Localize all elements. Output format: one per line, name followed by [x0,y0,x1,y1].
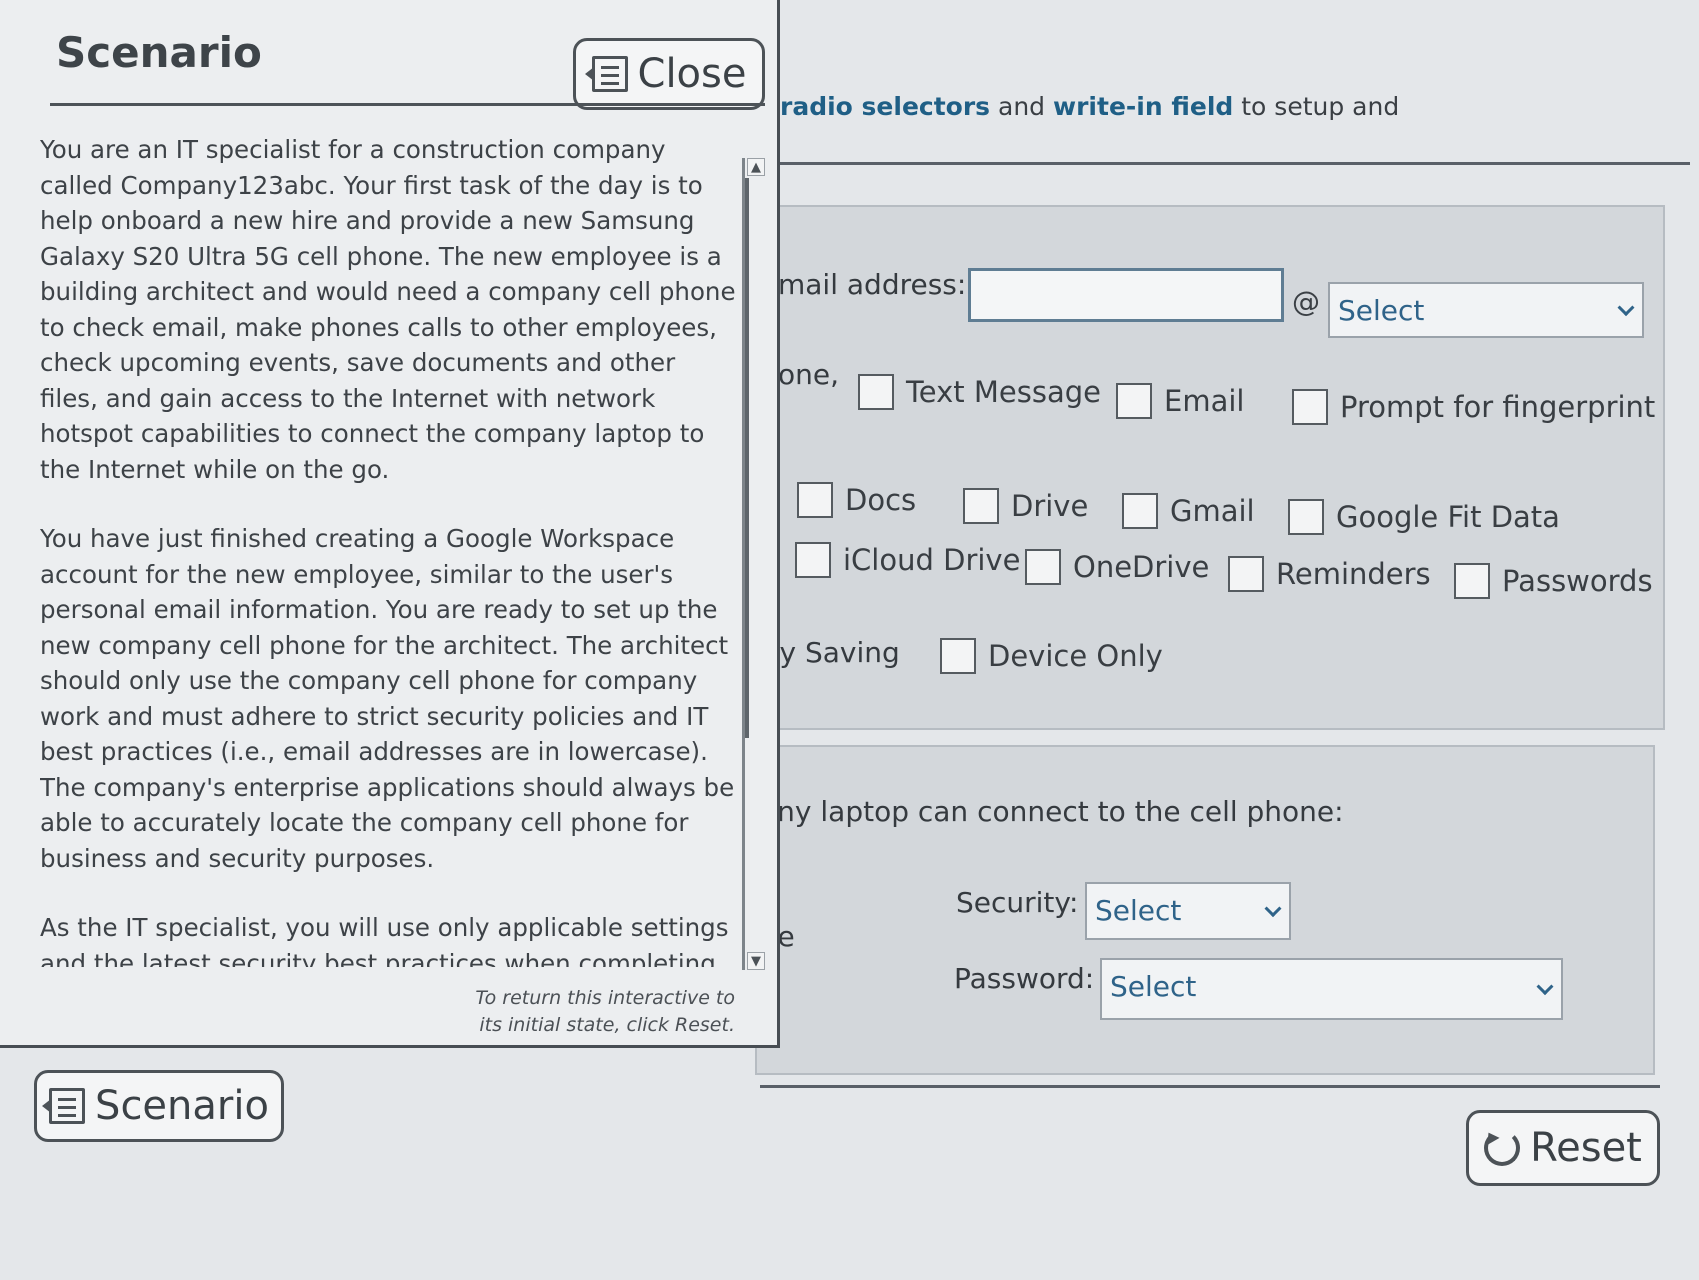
chevron-down-icon [1617,299,1635,317]
instruction-bold-radio: radio selectors [780,92,991,121]
password-label: Password: [954,962,1095,995]
close-button[interactable]: Close [573,38,765,110]
scroll-up-arrow-icon[interactable]: ▲ [747,158,765,176]
location-mode-label: ry Saving [768,636,900,669]
scenario-paragraph-2: You have just finished creating a Google… [40,524,735,873]
reset-button[interactable]: Reset [1466,1110,1660,1186]
checkbox-label: Docs [845,483,917,517]
checkbox-label: Gmail [1170,494,1255,528]
checkbox-label: Email [1164,384,1245,418]
reset-button-label: Reset [1530,1125,1642,1171]
scenario-popup: Scenario Close You are an IT specialist … [0,0,780,1048]
email-domain-value: Select [1338,294,1425,327]
checkbox-label: iCloud Drive [843,543,1021,577]
checkbox-box[interactable] [1454,563,1490,599]
checkbox-google-fit-data[interactable]: Google Fit Data [1288,499,1560,535]
checkbox-box[interactable] [1292,389,1328,425]
checkbox-label: Reminders [1276,557,1431,591]
checkbox-box[interactable] [1288,499,1324,535]
at-symbol: @ [1292,285,1320,318]
checkbox-text-message[interactable]: Text Message [858,374,1101,410]
divider-bottom [760,1085,1660,1088]
scenario-button[interactable]: Scenario [34,1070,284,1142]
checkbox-box[interactable] [963,488,999,524]
checkbox-label: Device Only [988,639,1163,673]
instruction-bold-writein: write-in field [1053,92,1234,121]
password-select[interactable]: Select [1100,958,1563,1020]
verification-label: one, [778,358,840,391]
scenario-panel-icon [42,1088,86,1124]
checkbox-box[interactable] [858,374,894,410]
hotspot-instruction: any laptop can connect to the cell phone… [760,795,1344,828]
password-select-value: Select [1110,970,1197,1003]
scenario-text-area[interactable]: You are an IT specialist for a construct… [40,132,740,967]
security-select[interactable]: Select [1085,882,1291,940]
email-domain-select[interactable]: Select [1328,282,1644,338]
checkbox-label: Passwords [1502,564,1653,598]
email-address-label: mail address: [778,268,967,301]
checkbox-label: OneDrive [1073,550,1210,584]
checkbox-passwords[interactable]: Passwords [1454,563,1653,599]
checkbox-box[interactable] [1228,556,1264,592]
instruction-text: radio selectors and write-in field to se… [780,92,1399,121]
divider-top [770,162,1690,165]
reset-icon [1484,1130,1521,1166]
checkbox-box[interactable] [1025,549,1061,585]
checkbox-onedrive[interactable]: OneDrive [1025,549,1209,585]
checkbox-drive[interactable]: Drive [963,488,1088,524]
checkbox-box[interactable] [1116,383,1152,419]
checkbox-box[interactable] [795,542,831,578]
checkbox-email[interactable]: Email [1116,383,1244,419]
security-label: Security: [956,886,1079,919]
chevron-down-icon [1264,900,1282,918]
scenario-scrollbar[interactable]: ▲ ▼ [742,158,765,970]
scenario-paragraph-1: You are an IT specialist for a construct… [40,135,736,484]
checkbox-label: Text Message [906,375,1101,409]
checkbox-reminders[interactable]: Reminders [1228,556,1431,592]
scenario-button-label: Scenario [95,1083,269,1129]
reset-hint: To return this interactive to its initia… [475,987,735,1036]
checkbox-box[interactable] [797,482,833,518]
checkbox-prompt-fingerprint[interactable]: Prompt for fingerprint [1292,389,1655,425]
checkbox-label: Google Fit Data [1336,500,1560,534]
scrollbar-thumb[interactable] [745,178,749,738]
popup-divider [50,103,765,106]
instruction-mid: and [990,92,1053,121]
checkbox-docs[interactable]: Docs [797,482,916,518]
scenario-paragraph-3: As the IT specialist, you will use only … [40,913,729,967]
popup-title: Scenario [56,28,262,77]
checkbox-label: Prompt for fingerprint [1340,390,1656,424]
instruction-tail: to setup and [1233,92,1400,121]
security-select-value: Select [1095,894,1182,927]
checkbox-label: Drive [1011,489,1089,523]
email-username-input[interactable] [968,268,1284,322]
scroll-down-arrow-icon[interactable]: ▼ [747,952,765,970]
close-button-label: Close [637,51,747,97]
chevron-down-icon [1536,978,1554,996]
checkbox-box[interactable] [1122,493,1158,529]
checkbox-gmail[interactable]: Gmail [1122,493,1255,529]
checkbox-icloud-drive[interactable]: iCloud Drive [795,542,1020,578]
page: radio selectors and write-in field to se… [0,0,1699,1280]
close-panel-icon [584,56,628,92]
checkbox-box[interactable] [940,638,976,674]
checkbox-device-only[interactable]: Device Only [940,638,1163,674]
